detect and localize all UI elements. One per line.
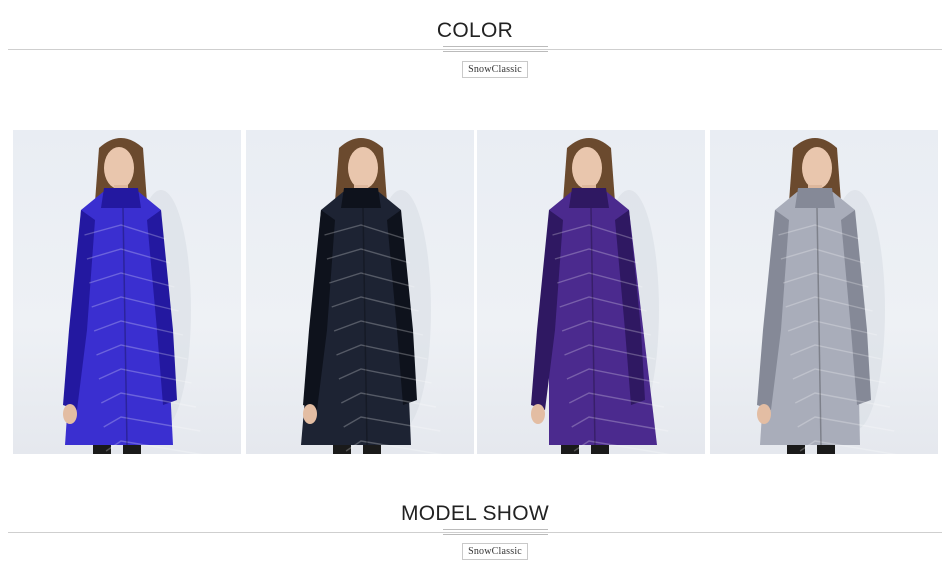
color-section-header: COLOR SnowClassic xyxy=(0,0,950,78)
coat-collar xyxy=(795,188,835,208)
photo-gray-coat xyxy=(710,130,938,454)
section-title-color: COLOR xyxy=(436,19,514,42)
face xyxy=(572,147,602,189)
model-figure xyxy=(63,138,203,454)
face xyxy=(348,147,378,189)
brand-logo: SnowClassic xyxy=(462,543,528,560)
face xyxy=(802,147,832,189)
hand xyxy=(757,404,771,424)
coat-collar xyxy=(341,188,381,208)
model-figure xyxy=(757,138,897,454)
title-underline xyxy=(443,529,548,535)
hand xyxy=(303,404,317,424)
photo-navy-coat xyxy=(246,130,474,454)
brand-logo: SnowClassic xyxy=(462,61,528,78)
coat-collar xyxy=(569,188,609,208)
face xyxy=(104,147,134,189)
hand xyxy=(531,404,545,424)
title-underline xyxy=(443,46,548,52)
model-figure xyxy=(301,138,443,454)
model-figure xyxy=(531,138,671,454)
section-title-model-show: MODEL SHOW xyxy=(400,502,550,525)
photo-royal-blue-coat xyxy=(13,130,241,454)
product-photo-row xyxy=(0,130,950,454)
hand xyxy=(63,404,77,424)
model-show-section-header: MODEL SHOW SnowClassic xyxy=(0,483,950,560)
coat-collar xyxy=(101,188,141,208)
photo-purple-coat xyxy=(477,130,705,454)
